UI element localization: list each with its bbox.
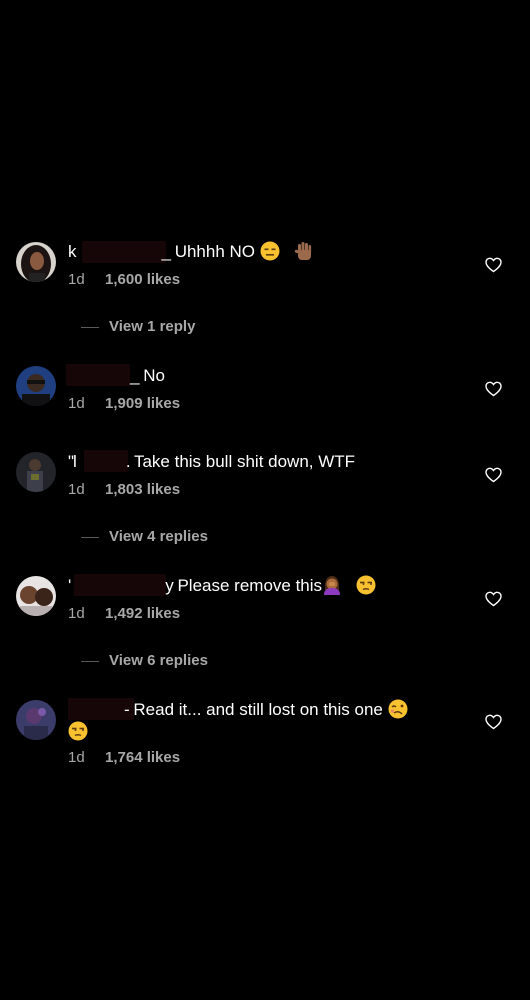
comment-time: 1d — [68, 605, 85, 622]
like-count[interactable]: 1,492 likes — [105, 605, 180, 622]
woman-facepalming-icon — [324, 576, 341, 595]
comment-meta: 1d 1,764 likes — [68, 749, 180, 767]
comment-text: "l. Take this bull shit down, WTF — [68, 451, 450, 473]
divider-line — [81, 326, 99, 328]
comment-body: Uhhhh NO — [169, 242, 260, 261]
like-count[interactable]: 1,909 likes — [105, 395, 180, 412]
view-replies-label: View 1 reply — [109, 318, 196, 335]
unamused-face-icon — [356, 575, 376, 595]
avatar-image — [16, 366, 56, 406]
comment-time: 1d — [68, 481, 85, 498]
view-replies-button[interactable]: View 6 replies — [81, 652, 208, 670]
woozy-face-icon — [388, 699, 408, 719]
comment-body: Read it... and still lost on this one — [128, 700, 388, 719]
divider-line — [81, 536, 99, 538]
avatar[interactable] — [16, 576, 56, 616]
view-replies-label: View 6 replies — [109, 652, 208, 669]
comment-body: Please remove this — [172, 576, 323, 595]
comment-text: - Read it... and still lost on this one — [68, 699, 452, 743]
comment-meta: 1d 1,492 likes — [68, 605, 180, 623]
view-replies-label: View 4 replies — [109, 528, 208, 545]
comment-username-suffix: _ — [161, 242, 172, 261]
unamused-face-icon — [68, 721, 88, 741]
comment-time: 1d — [68, 749, 85, 766]
avatar[interactable] — [16, 366, 56, 406]
view-replies-button[interactable]: View 4 replies — [81, 528, 208, 546]
comment-time: 1d — [68, 395, 85, 412]
heart-icon[interactable] — [485, 467, 502, 483]
comment-meta: 1d 1,909 likes — [68, 395, 180, 413]
comment-username[interactable]: ' — [68, 575, 71, 597]
avatar[interactable] — [16, 452, 56, 492]
avatar[interactable] — [16, 242, 56, 282]
comment-username-suffix: y — [165, 576, 173, 595]
heart-icon[interactable] — [485, 591, 502, 607]
comment-time: 1d — [68, 271, 85, 288]
like-count[interactable]: 1,803 likes — [105, 481, 180, 498]
avatar[interactable] — [16, 700, 56, 740]
comment-username[interactable]: "l — [68, 451, 77, 473]
comment-text: _ No — [68, 365, 450, 387]
comment-text: k _ Uhhhh NO — [68, 241, 450, 263]
comment-text: ' y Please remove this — [68, 575, 450, 597]
heart-icon[interactable] — [485, 257, 502, 273]
raised-hand-icon — [294, 242, 312, 260]
avatar-image — [16, 242, 56, 282]
avatar-image — [16, 452, 56, 492]
like-count[interactable]: 1,600 likes — [105, 271, 180, 288]
comment-body: Take this bull shit down, WTF — [129, 452, 356, 471]
view-replies-button[interactable]: View 1 reply — [81, 318, 195, 336]
divider-line — [81, 660, 99, 662]
avatar-image — [16, 576, 56, 616]
avatar-image — [16, 700, 56, 740]
heart-icon[interactable] — [485, 714, 502, 730]
comment-meta: 1d 1,600 likes — [68, 271, 180, 289]
comment-body: No — [138, 366, 165, 385]
comment-meta: 1d 1,803 likes — [68, 481, 180, 499]
heart-icon[interactable] — [485, 381, 502, 397]
like-count[interactable]: 1,764 likes — [105, 749, 180, 766]
comment-username[interactable]: k — [68, 241, 76, 263]
expressionless-face-icon — [260, 241, 280, 261]
